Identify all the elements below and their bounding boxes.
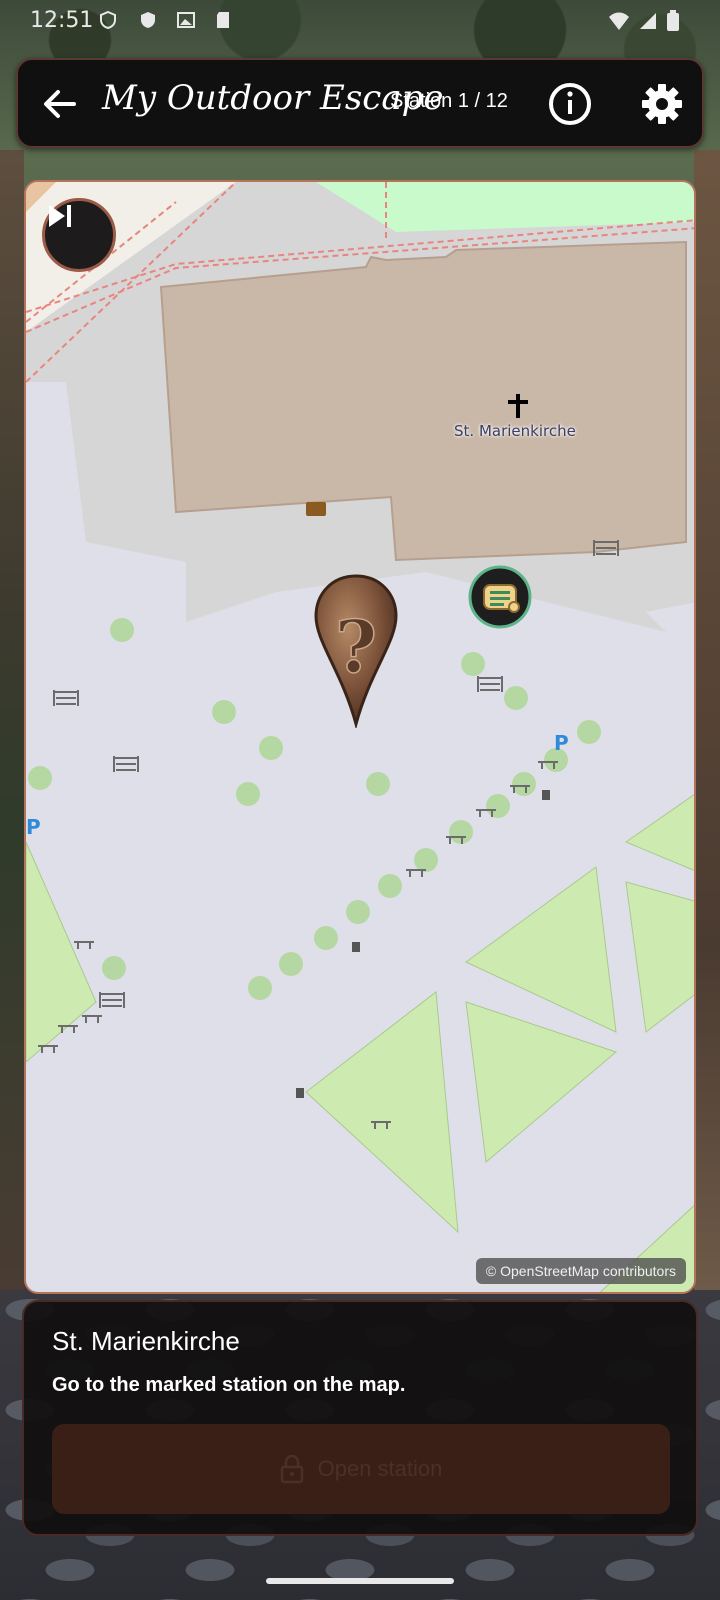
svg-text:P: P xyxy=(554,731,569,755)
shield-filled-icon xyxy=(141,12,155,28)
skip-next-icon xyxy=(49,205,71,227)
station-counter: Station 1 / 12 xyxy=(390,90,508,112)
open-station-label: Open station xyxy=(317,1456,443,1481)
svg-text:?: ? xyxy=(335,604,377,689)
map-canvas[interactable]: PP xyxy=(26,182,696,1294)
scroll-marker-icon[interactable] xyxy=(468,565,532,629)
background-right-edge xyxy=(694,150,720,1290)
top-app-bar: My Outdoor Escape Station 1 / 12 xyxy=(16,58,704,148)
battery-icon xyxy=(667,10,679,31)
background-left-edge xyxy=(0,150,24,1290)
question-pin-icon[interactable]: ? xyxy=(312,572,400,728)
map-view[interactable]: PP St. Marienkirche ? © OpenStreetMap co… xyxy=(24,180,696,1294)
map-place-label: St. Marienkirche xyxy=(454,422,576,440)
home-indicator[interactable] xyxy=(266,1578,454,1584)
map-attribution[interactable]: © OpenStreetMap contributors xyxy=(475,1258,686,1284)
info-icon[interactable] xyxy=(546,80,594,128)
svg-text:P: P xyxy=(26,815,41,839)
gear-icon[interactable] xyxy=(638,80,686,128)
station-description: Go to the marked station on the map. xyxy=(52,1374,406,1396)
back-arrow-icon[interactable] xyxy=(38,82,82,126)
station-title: St. Marienkirche xyxy=(52,1326,240,1356)
skip-station-button[interactable] xyxy=(42,198,116,272)
lock-icon xyxy=(280,1454,303,1484)
open-station-button[interactable]: Open station xyxy=(52,1424,670,1514)
sd-card-icon xyxy=(217,12,229,28)
station-card: St. Marienkirche Go to the marked statio… xyxy=(22,1300,698,1536)
status-time: 12:51 xyxy=(30,8,94,33)
shield-icon xyxy=(100,10,116,30)
signal-icon xyxy=(640,13,656,29)
status-bar: 12:51 xyxy=(0,0,720,44)
wifi-icon xyxy=(609,12,629,30)
image-icon xyxy=(177,12,195,28)
